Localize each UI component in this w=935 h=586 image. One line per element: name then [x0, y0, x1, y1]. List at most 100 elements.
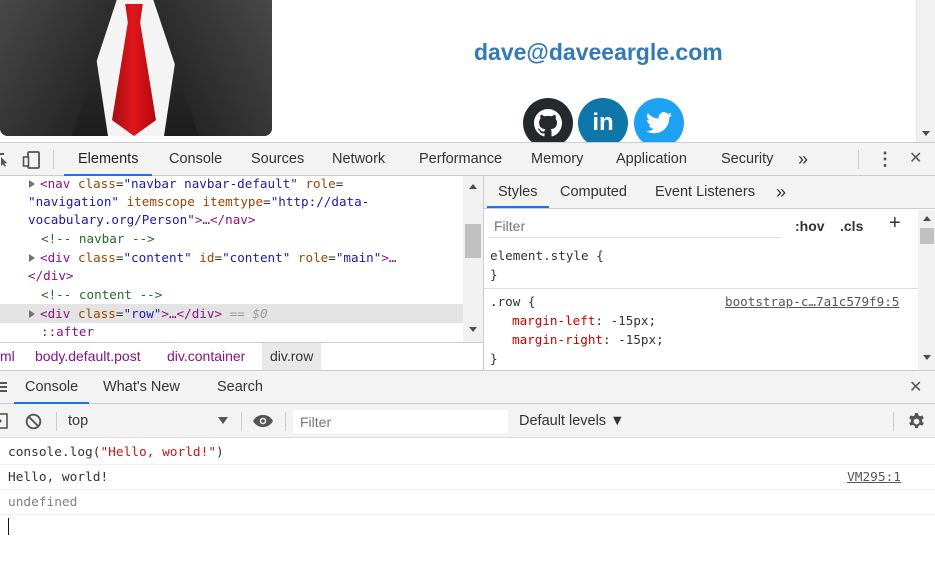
dom-node-content[interactable]: <div class="content" id="content" role="…: [29, 248, 397, 267]
close-drawer-button[interactable]: ✕: [909, 371, 922, 404]
tag-close: >…</nav>: [194, 212, 256, 227]
tab-event-listeners[interactable]: Event Listeners: [655, 176, 755, 208]
chevron-down-icon[interactable]: [218, 417, 228, 425]
attr-value: "main": [335, 250, 382, 265]
declaration-margin-left[interactable]: margin-left: -15px;: [512, 311, 656, 330]
dom-node-nav-cont[interactable]: vocabulary.org/Person">…</nav>: [28, 210, 255, 229]
more-styles-tabs-button[interactable]: »: [776, 176, 786, 208]
stylesheet-source-link[interactable]: bootstrap-c…7a1c579f9:5: [725, 294, 899, 309]
tab-application[interactable]: Application: [616, 143, 687, 176]
rule-brace: }: [490, 267, 498, 282]
console-messages[interactable]: console.log("Hello, world!") Hello, worl…: [0, 438, 935, 586]
github-icon[interactable]: [523, 98, 573, 142]
scroll-down-icon[interactable]: [469, 327, 477, 332]
expand-triangle-icon[interactable]: [29, 310, 35, 318]
drawer-menu-icon[interactable]: [0, 380, 10, 394]
styles-tabbar: Styles Computed Event Listeners »: [484, 176, 935, 209]
tab-performance[interactable]: Performance: [419, 143, 502, 176]
dom-comment-navbar[interactable]: <!-- navbar -->: [41, 229, 155, 248]
breadcrumb-container[interactable]: div.container: [167, 343, 245, 370]
gear-icon[interactable]: [907, 412, 926, 431]
console-filter-input[interactable]: [293, 410, 508, 433]
class-toggle[interactable]: .cls: [840, 218, 863, 234]
toolbar-divider: [53, 150, 54, 169]
tag-name: <nav: [40, 176, 71, 191]
drawer-tabbar: Console What's New Search ✕: [0, 370, 935, 404]
log-source-link[interactable]: VM295:1: [847, 465, 901, 490]
attr-name: itemtype: [202, 194, 264, 209]
console-prompt-caret[interactable]: [8, 518, 9, 535]
twitter-icon[interactable]: [634, 98, 684, 142]
drawer-tab-search[interactable]: Search: [217, 371, 263, 404]
rule-brace: {: [520, 294, 536, 309]
tab-computed[interactable]: Computed: [560, 176, 627, 208]
attr-name: class: [77, 306, 116, 321]
drawer-tab-console[interactable]: Console: [14, 371, 90, 404]
console-sidebar-icon[interactable]: [0, 413, 8, 429]
clear-console-icon[interactable]: [25, 413, 42, 430]
tab-network[interactable]: Network: [332, 143, 385, 176]
tab-elements[interactable]: Elements: [64, 143, 153, 176]
device-toolbar-icon[interactable]: [22, 150, 42, 170]
breadcrumb-html[interactable]: ml: [0, 343, 15, 370]
tag-name: <div: [40, 250, 71, 265]
customize-menu-button[interactable]: ⋮: [876, 143, 894, 176]
attr-value: "row": [123, 306, 162, 321]
console-string: "Hello, world!": [100, 445, 217, 460]
styles-scrollbar[interactable]: [918, 210, 935, 370]
tab-security[interactable]: Security: [721, 143, 773, 176]
element-style-close: }: [490, 265, 498, 284]
linkedin-icon[interactable]: in: [578, 98, 628, 142]
rule-selector: .row: [490, 294, 521, 309]
tag-close: </div>: [28, 268, 74, 283]
page-scrollbar[interactable]: [916, 0, 935, 142]
dom-node-nav[interactable]: <nav class="navbar navbar-default" role=: [29, 176, 343, 193]
tab-console[interactable]: Console: [169, 143, 222, 176]
linkedin-glyph: in: [592, 109, 614, 136]
console-code: ): [216, 445, 224, 460]
hover-state-toggle[interactable]: :hov: [795, 218, 825, 234]
dom-node-content-close[interactable]: </div>: [28, 266, 74, 285]
styles-filter-input[interactable]: [488, 214, 781, 238]
scroll-down-icon[interactable]: [923, 355, 931, 360]
console-log-message: Hello, world! VM295:1: [0, 465, 935, 490]
close-devtools-button[interactable]: ✕: [909, 143, 922, 176]
expand-triangle-icon[interactable]: [29, 254, 35, 262]
row-rule-selector[interactable]: .row {: [490, 292, 536, 311]
inspect-element-icon[interactable]: [0, 151, 8, 167]
declaration-margin-right[interactable]: margin-right: -15px;: [512, 330, 664, 349]
scroll-up-icon[interactable]: [469, 184, 477, 189]
attr-value: "navigation": [28, 194, 119, 209]
scrollbar-thumb[interactable]: [465, 224, 481, 258]
dom-comment-content[interactable]: <!-- content -->: [41, 285, 162, 304]
result-value: undefined: [8, 495, 78, 510]
new-style-rule-button[interactable]: +: [889, 212, 901, 235]
breadcrumb-body[interactable]: body.default.post: [35, 343, 141, 370]
element-style-rule[interactable]: element.style {: [490, 246, 604, 265]
breadcrumb-row[interactable]: div.row: [262, 343, 322, 370]
webpage-viewport: dave@daveeargle.com in: [0, 0, 935, 142]
scroll-up-icon[interactable]: [923, 216, 931, 221]
attr-value: "http://data-: [270, 194, 370, 209]
attr-value: "content": [222, 250, 291, 265]
expand-triangle-icon[interactable]: [29, 180, 35, 188]
toolbar-divider: [56, 412, 57, 431]
scrollbar-thumb[interactable]: [920, 228, 934, 244]
log-text: Hello, world!: [8, 470, 109, 485]
elements-scrollbar[interactable]: [463, 176, 483, 342]
more-tabs-button[interactable]: »: [798, 143, 808, 176]
drawer-tab-whats-new[interactable]: What's New: [103, 371, 180, 404]
dom-node-row[interactable]: <div class="row">…</div> == $0: [29, 304, 268, 323]
tab-memory[interactable]: Memory: [531, 143, 583, 176]
log-levels-dropdown[interactable]: Default levels ▼: [519, 404, 624, 438]
execution-context-select[interactable]: top: [58, 409, 238, 433]
tab-styles[interactable]: Styles: [487, 176, 549, 208]
tab-sources[interactable]: Sources: [251, 143, 304, 176]
email-link[interactable]: dave@daveeargle.com: [474, 39, 723, 66]
dom-node-nav-cont[interactable]: "navigation" itemscope itemtype="http://…: [28, 192, 369, 211]
toolbar-divider: [893, 412, 894, 431]
live-expression-eye-icon[interactable]: [252, 414, 274, 428]
attr-name: class: [77, 250, 116, 265]
context-value: top: [68, 413, 89, 429]
dom-pseudo-after[interactable]: ::after: [41, 322, 94, 341]
